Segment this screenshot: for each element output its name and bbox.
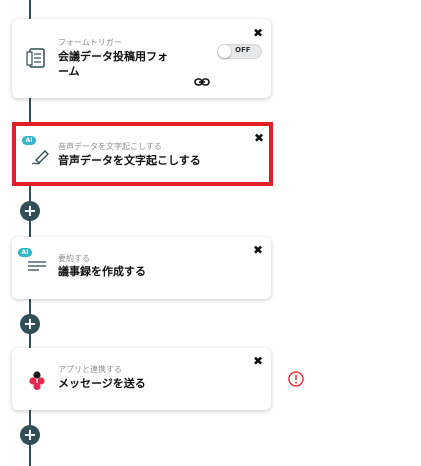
step-title: 音声データを文字起こしする xyxy=(58,154,201,167)
app-logo-icon xyxy=(24,367,50,393)
close-icon[interactable]: ✖ xyxy=(253,243,263,257)
add-step-button[interactable]: + xyxy=(20,314,40,334)
step-title: 議事録を作成する xyxy=(58,265,146,278)
step-title: メッセージを送る xyxy=(58,377,146,390)
step-title: 会議データ投稿用フォーム xyxy=(58,50,168,78)
step-card-form-trigger[interactable]: フォームトリガー 会議データ投稿用フォーム ✖ OFF xyxy=(12,19,271,98)
step-subtitle: アプリと連携する xyxy=(58,365,122,374)
step-subtitle: 要約する xyxy=(58,254,90,263)
step-card-transcription[interactable]: AI 音声データを文字起こしする 音声データを文字起こしする ✖ xyxy=(12,122,273,186)
form-icon xyxy=(24,46,50,72)
step-card-app-integration[interactable]: アプリと連携する メッセージを送る ✖ xyxy=(12,348,271,410)
alert-icon[interactable] xyxy=(287,370,305,388)
close-icon[interactable]: ✖ xyxy=(253,26,263,40)
close-icon[interactable]: ✖ xyxy=(254,131,264,145)
pen-icon xyxy=(28,143,54,169)
step-card-summarize[interactable]: AI 要約する 議事録を作成する ✖ xyxy=(12,237,271,299)
link-icon[interactable] xyxy=(194,73,210,86)
toggle-knob xyxy=(218,45,231,58)
step-subtitle: フォームトリガー xyxy=(58,38,122,47)
lines-icon xyxy=(24,253,50,279)
toggle-label: OFF xyxy=(235,46,251,54)
trigger-toggle[interactable]: OFF xyxy=(217,44,262,59)
add-step-button[interactable]: + xyxy=(20,425,40,445)
add-step-button[interactable]: + xyxy=(20,201,40,221)
step-subtitle: 音声データを文字起こしする xyxy=(58,142,162,151)
close-icon[interactable]: ✖ xyxy=(253,354,263,368)
